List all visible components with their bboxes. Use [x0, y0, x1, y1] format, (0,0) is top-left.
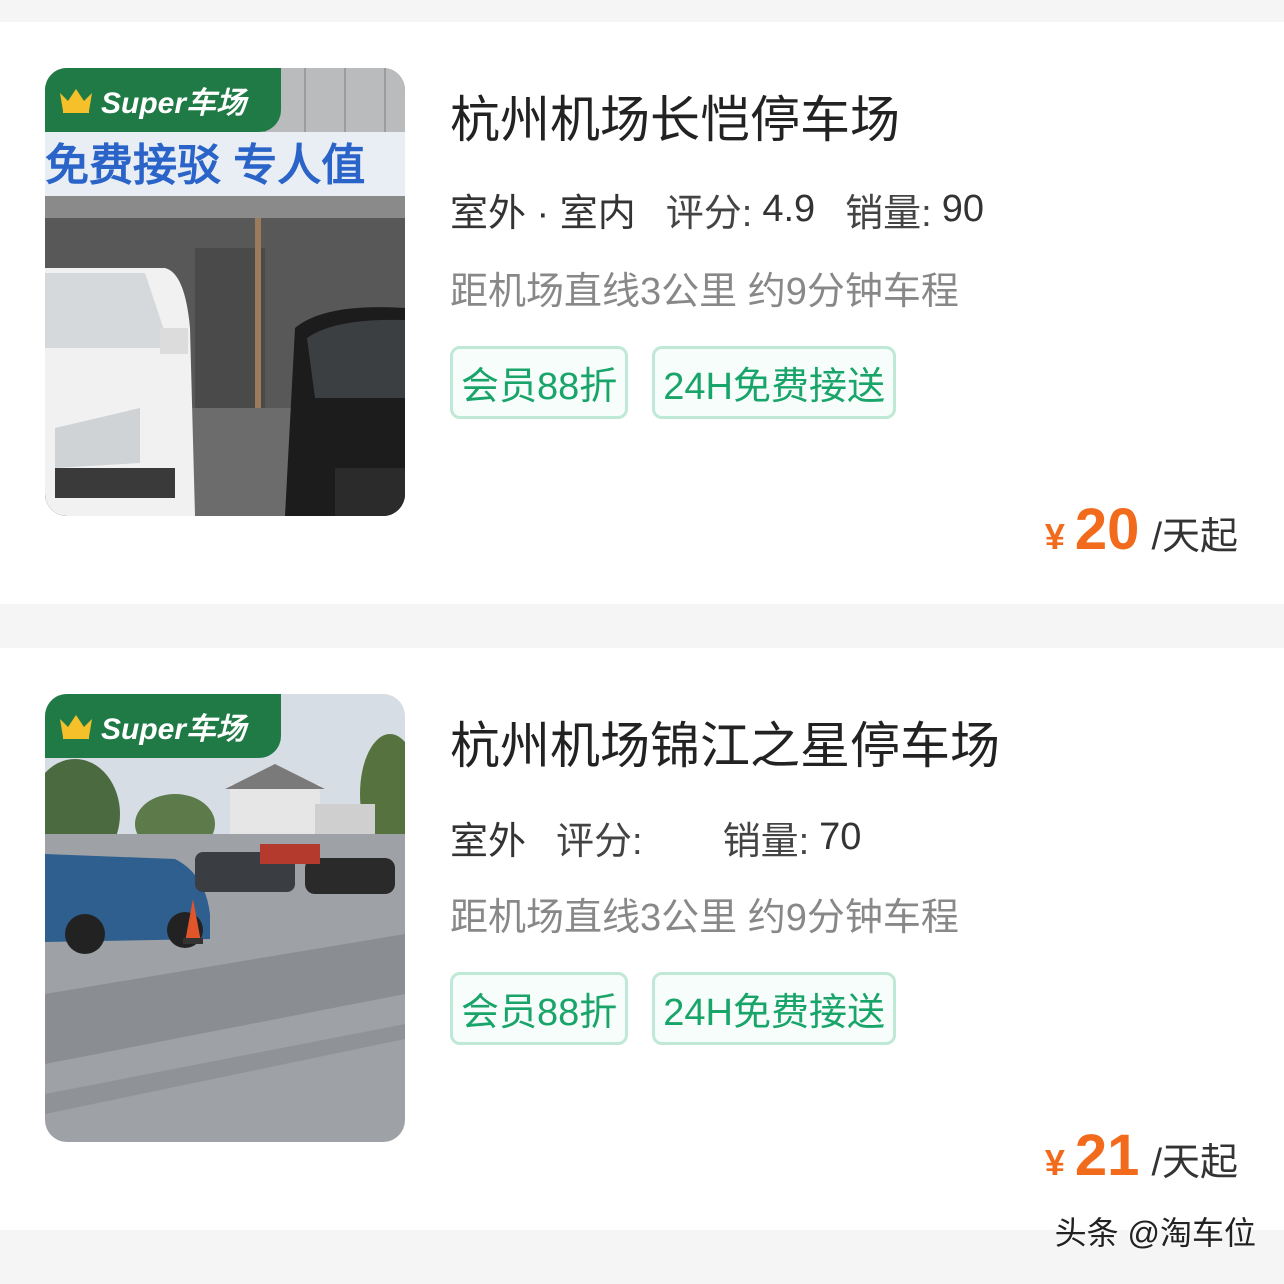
member-discount-tag: 会员88折	[450, 346, 629, 419]
price-value: 20	[1074, 497, 1140, 562]
photo-banner-text: 免费接驳 专人值	[45, 141, 365, 190]
price-unit: /天起	[1151, 1142, 1238, 1184]
listing-card[interactable]: Super车场 杭州机场锦江之星停车场 室外 评分: 销量: 70 距机场直线3…	[0, 648, 1284, 1230]
listing-meta: 室外 · 室内 评分: 4.9 销量: 90	[450, 182, 985, 245]
price: ¥ 20 /天起	[1045, 496, 1238, 563]
price-value: 21	[1074, 1123, 1140, 1188]
rating-label: 评分:	[556, 821, 643, 863]
free-shuttle-tag: 24H免费接送	[652, 346, 896, 419]
super-parking-badge: Super车场	[45, 68, 281, 132]
sales-label: 销量:	[845, 193, 932, 235]
price-unit: /天起	[1151, 516, 1238, 558]
rating-value: 4.9	[762, 188, 816, 230]
distance-text: 距机场直线3公里 约9分钟车程	[450, 271, 959, 313]
member-discount-tag: 会员88折	[450, 972, 629, 1045]
listing-meta: 室外 评分: 销量: 70	[450, 810, 862, 873]
crown-icon	[60, 89, 92, 113]
badge-label: Super车场	[101, 713, 247, 746]
promo-tags: 会员88折 24H免费接送	[450, 972, 896, 1045]
free-shuttle-tag: 24H免费接送	[652, 972, 896, 1045]
sales-value: 70	[819, 816, 862, 858]
outdoor-lot-photo-illustration	[45, 694, 405, 1142]
promo-tags: 会员88折 24H免费接送	[450, 346, 896, 419]
environment-tag: 室外 · 室内	[450, 182, 636, 245]
price: ¥ 21 /天起	[1045, 1122, 1238, 1189]
garage-photo-illustration: 免费接驳 专人值	[45, 68, 405, 516]
rating-label: 评分:	[665, 193, 753, 235]
parking-lot-photo[interactable]: Super车场	[45, 694, 405, 1142]
parking-lot-photo[interactable]: 免费接驳 专人值 Super车场	[45, 68, 405, 516]
crown-icon	[60, 715, 92, 739]
currency-symbol: ¥	[1044, 1142, 1065, 1183]
distance-text: 距机场直线3公里 约9分钟车程	[450, 897, 959, 939]
environment-tag: 室外	[450, 810, 527, 873]
listing-title[interactable]: 杭州机场长恺停车场	[450, 80, 900, 152]
listing-card[interactable]: 免费接驳 专人值 Super车场 杭州机场长恺停车场 室外 · 室内 评分: 4…	[0, 22, 1284, 604]
currency-symbol: ¥	[1044, 516, 1065, 557]
super-parking-badge: Super车场	[45, 694, 281, 758]
watermark: 头条 @淘车位	[1054, 1215, 1256, 1251]
sales-label: 销量:	[722, 821, 810, 863]
sales-value: 90	[941, 188, 985, 230]
badge-label: Super车场	[101, 87, 247, 120]
listing-title[interactable]: 杭州机场锦江之星停车场	[450, 706, 1000, 778]
